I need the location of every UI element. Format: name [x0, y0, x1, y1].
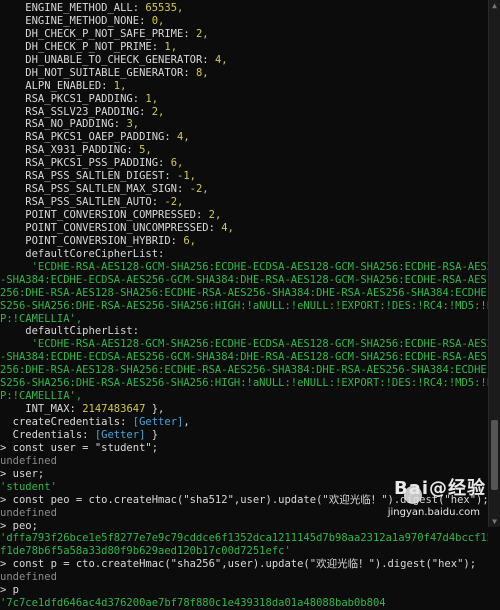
terminal-line: DH_NOT_SUITABLE_GENERATOR: 8, [0, 66, 209, 79]
terminal-line: RSA_PKCS1_OAEP_PADDING: 4, [0, 131, 190, 144]
terminal-line: '7c7ce1dfd646ac4d376200ae7bf78f880c1e439… [0, 597, 386, 610]
terminal-line: RSA_PSS_SALTLEN_DIGEST: -1, [0, 170, 196, 183]
terminal-line: f1de78b6f5a58a33d80f9b629aed120b17c00d72… [0, 545, 291, 558]
terminal-line: 'dffa793f26bce1e5f8277e7e9c79cddce6f1352… [0, 532, 488, 545]
terminal-line: DH_UNABLE_TO_CHECK_GENERATOR: 4, [0, 53, 228, 66]
terminal-line: RSA_PKCS1_PADDING: 1, [0, 92, 159, 105]
terminal-line: DH_CHECK_P_NOT_PRIME: 1, [0, 40, 178, 53]
terminal-line: RSA_PSS_SALTLEN_AUTO: -2, [0, 196, 184, 209]
terminal-line: ENGINE_METHOD_NONE: 0, [0, 14, 165, 27]
terminal-line: 256:DHE-RSA-AES128-SHA256:ECDHE-RSA-AES2… [0, 286, 488, 299]
terminal-line: POINT_CONVERSION_COMPRESSED: 2, [0, 209, 222, 221]
watermark-brand: Bai@经验 [393, 478, 486, 499]
scroll-down-icon[interactable]: ▼ [489, 516, 500, 527]
terminal-line: 'ECDHE-RSA-AES128-GCM-SHA256:ECDHE-ECDSA… [0, 338, 488, 351]
terminal-line: undefined [0, 571, 57, 584]
terminal-line: DH_CHECK_P_NOT_SAFE_PRIME: 2, [0, 27, 209, 40]
terminal-line: 'ECDHE-RSA-AES128-GCM-SHA256:ECDHE-ECDSA… [0, 260, 488, 273]
terminal-line: Credentials: [Getter] } [0, 428, 159, 441]
watermark-url: jingyan.baidu.com [387, 507, 480, 518]
terminal-line: RSA_SSLV23_PADDING: 2, [0, 105, 165, 118]
vertical-scrollbar[interactable]: ▲ ▼ [488, 0, 500, 527]
terminal-line: INT_MAX: 2147483647 }, [0, 403, 165, 416]
terminal-line: POINT_CONVERSION_HYBRID: 6, [0, 234, 196, 247]
terminal-line: RSA_X931_PADDING: 5, [0, 144, 152, 157]
terminal-line: > const user = "student"; [0, 441, 159, 454]
terminal-line: > p [0, 584, 19, 597]
terminal-line: undefined [0, 454, 57, 467]
terminal-line: RSA_PSS_SALTLEN_MAX_SIGN: -2, [0, 183, 209, 196]
terminal-line: S256-SHA256:DHE-RSA-AES256-SHA256:HIGH:!… [0, 377, 488, 390]
terminal-line: RSA_NO_PADDING: 3, [0, 118, 140, 131]
terminal-line: S256-SHA256:DHE-RSA-AES256-SHA256:HIGH:!… [0, 299, 488, 312]
terminal-line: ENGINE_METHOD_ALL: 65535, [0, 2, 184, 14]
terminal-line: defaultCipherList: [0, 325, 140, 338]
terminal-line: > const p = cto.createHmac("sha256",user… [0, 558, 477, 571]
terminal-line: -SHA384:ECDHE-ECDSA-AES256-GCM-SHA384:DH… [0, 273, 488, 286]
terminal-line: ALPN_ENABLED: 1, [0, 79, 127, 92]
terminal-line: defaultCoreCipherList: [0, 247, 165, 260]
terminal-line: POINT_CONVERSION_UNCOMPRESSED: 4, [0, 221, 234, 234]
baidu-jingyan-watermark: Bai@经验 jingyan.baidu.com [374, 478, 486, 523]
scroll-up-icon[interactable]: ▲ [489, 0, 500, 11]
terminal-line: createCredentials: [Getter], [0, 416, 190, 428]
terminal-line: P:!CAMELLIA', [0, 312, 83, 325]
terminal-line: 256:DHE-RSA-AES128-SHA256:ECDHE-RSA-AES2… [0, 364, 488, 377]
scrollbar-thumb[interactable] [491, 420, 498, 490]
terminal-line: P:!CAMELLIA', [0, 390, 83, 403]
terminal-line: -SHA384:ECDHE-ECDSA-AES256-GCM-SHA384:DH… [0, 351, 488, 364]
terminal-line: RSA_PKCS1_PSS_PADDING: 6, [0, 157, 184, 170]
